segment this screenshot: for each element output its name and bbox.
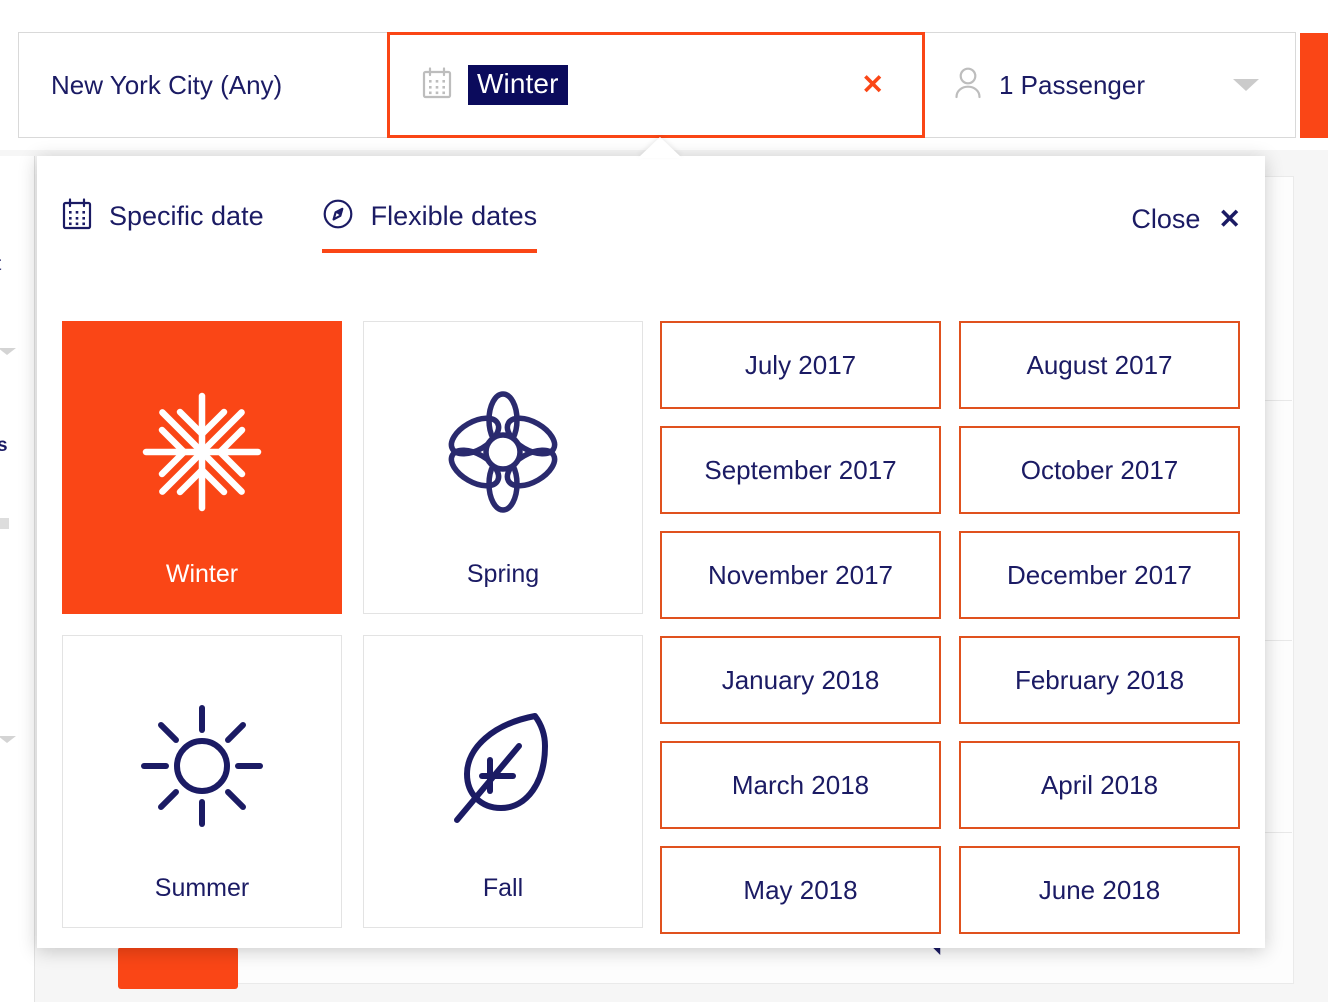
search-button[interactable] — [1300, 33, 1328, 138]
season-tile-fall-label: Fall — [482, 874, 524, 902]
tab-specific-date[interactable]: Specific date — [62, 198, 264, 253]
month-button[interactable]: April 2018 — [959, 741, 1240, 829]
calendar-icon — [422, 66, 452, 104]
month-button[interactable]: September 2017 — [660, 426, 941, 514]
close-button[interactable]: Close ✕ — [1131, 206, 1241, 233]
sun-icon — [134, 698, 270, 839]
background-square-marker — [0, 518, 9, 529]
season-tile-summer[interactable]: Summer — [62, 635, 342, 928]
chevron-down-icon — [0, 736, 16, 743]
calendar-icon — [62, 198, 92, 235]
month-button[interactable]: December 2017 — [959, 531, 1240, 619]
background-text-fragment: t — [0, 255, 1, 274]
season-tile-spring-label: Spring — [466, 560, 540, 588]
month-button[interactable]: October 2017 — [959, 426, 1240, 514]
passenger-value: 1 Passenger — [999, 69, 1145, 100]
date-field[interactable]: Winter ✕ — [387, 32, 925, 138]
flexible-dates-popup: Specific date Flexible dates Close ✕ Win… — [37, 156, 1265, 948]
date-value: Winter — [468, 65, 568, 105]
background-top-strip — [0, 0, 1328, 24]
close-button-label: Close — [1131, 204, 1201, 234]
tab-flexible-dates-label: Flexible dates — [370, 201, 538, 231]
compass-icon — [322, 198, 354, 235]
season-tile-winter-label: Winter — [165, 560, 239, 588]
month-button[interactable]: July 2017 — [660, 321, 941, 409]
origin-value: New York City (Any) — [51, 69, 283, 100]
tab-flexible-dates[interactable]: Flexible dates — [321, 198, 538, 253]
person-icon — [953, 66, 983, 105]
snowflake-icon — [134, 384, 270, 525]
month-button[interactable]: June 2018 — [959, 846, 1240, 934]
popup-tabs: Specific date Flexible dates — [62, 198, 537, 253]
background-primary-button[interactable] — [118, 947, 238, 989]
month-button[interactable]: November 2017 — [660, 531, 941, 619]
leaf-icon — [435, 698, 571, 839]
popup-pointer — [638, 137, 682, 158]
background-left-rail — [0, 156, 35, 1002]
popup-header: Specific date Flexible dates Close ✕ — [37, 156, 1265, 286]
background-text-fragment: s — [0, 435, 8, 456]
search-bar: New York City (Any) Winter ✕ 1 Passenger — [18, 32, 1310, 138]
season-grid: Winter Spring Summer Fall — [62, 321, 643, 929]
chevron-down-icon — [0, 348, 16, 355]
month-button[interactable]: January 2018 — [660, 636, 941, 724]
passenger-field[interactable]: 1 Passenger — [924, 32, 1296, 138]
month-button[interactable]: August 2017 — [959, 321, 1240, 409]
month-button[interactable]: May 2018 — [660, 846, 941, 934]
season-tile-winter[interactable]: Winter — [62, 321, 342, 614]
chevron-down-icon[interactable] — [1233, 79, 1259, 91]
season-tile-summer-label: Summer — [154, 874, 250, 902]
month-button[interactable]: February 2018 — [959, 636, 1240, 724]
close-icon: ✕ — [1218, 204, 1241, 234]
origin-field[interactable]: New York City (Any) — [18, 32, 388, 138]
month-grid: July 2017 August 2017 September 2017 Oct… — [660, 321, 1240, 934]
season-tile-spring[interactable]: Spring — [363, 321, 643, 614]
month-button[interactable]: March 2018 — [660, 741, 941, 829]
clear-date-button[interactable]: ✕ — [861, 71, 884, 99]
tab-specific-date-label: Specific date — [109, 201, 264, 231]
flower-icon — [435, 384, 571, 525]
season-tile-fall[interactable]: Fall — [363, 635, 643, 928]
